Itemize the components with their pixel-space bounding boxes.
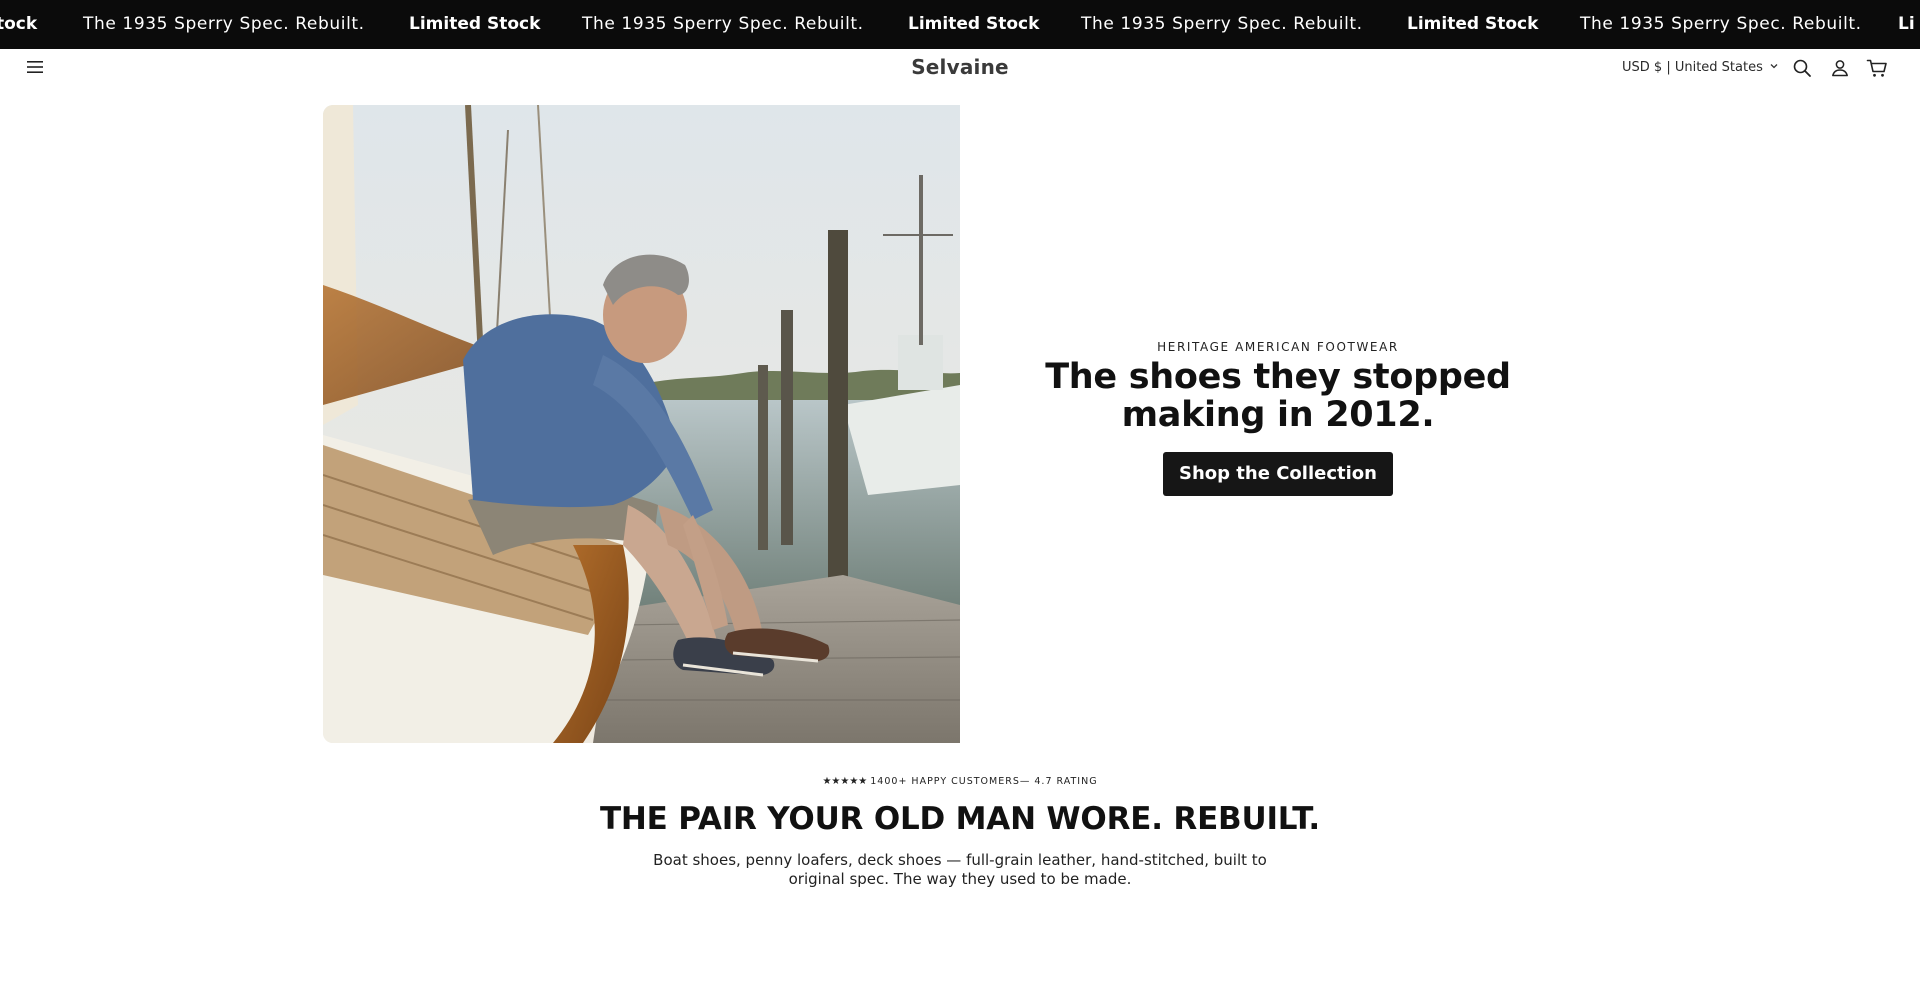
announcement-item: Li [1898, 14, 1915, 34]
site-header: Selvaine USD $ | United States [0, 49, 1920, 86]
hero-headline: The shoes they stopped making in 2012. [1040, 358, 1516, 434]
announcement-item: The 1935 Sperry Spec. Rebuilt. [1081, 14, 1363, 34]
announcement-item: The 1935 Sperry Spec. Rebuilt. [582, 14, 864, 34]
section-title: THE PAIR YOUR OLD MAN WORE. REBUILT. [599, 801, 1321, 837]
hero-headline-line: making in 2012. [1121, 395, 1435, 435]
shop-collection-button[interactable]: Shop the Collection [1163, 452, 1393, 496]
announcement-bar: tock The 1935 Sperry Spec. Rebuilt. Limi… [0, 0, 1920, 49]
announcement-item: Limited Stock [1407, 14, 1539, 34]
rating-text: 1400+ HAPPY CUSTOMERS— 4.7 RATING [870, 776, 1098, 787]
hero-eyebrow: HERITAGE AMERICAN FOOTWEAR [1157, 340, 1399, 354]
section-description: Boat shoes, penny loafers, deck shoes — … [653, 851, 1267, 888]
rating-stars-icon: ★★★★★ [822, 776, 868, 787]
search-icon[interactable] [1790, 56, 1814, 80]
hero-copy: HERITAGE AMERICAN FOOTWEAR The shoes the… [1040, 340, 1516, 496]
hero-headline-line: The shoes they stopped [1045, 357, 1511, 397]
announcement-item: Limited Stock [908, 14, 1040, 34]
cart-icon[interactable] [1865, 56, 1889, 80]
hero-image [323, 105, 960, 743]
intro-section: ★★★★★ 1400+ HAPPY CUSTOMERS— 4.7 RATING T… [0, 776, 1920, 889]
account-icon[interactable] [1828, 56, 1852, 80]
announcement-item: Limited Stock [409, 14, 541, 34]
currency-country-selector[interactable]: USD $ | United States [1622, 49, 1779, 86]
brand-logo[interactable]: Selvaine [860, 49, 1060, 86]
hamburger-menu-icon[interactable] [24, 56, 46, 78]
announcement-item: The 1935 Sperry Spec. Rebuilt. [83, 14, 365, 34]
announcement-item: The 1935 Sperry Spec. Rebuilt. [1580, 14, 1862, 34]
rating-line: ★★★★★ 1400+ HAPPY CUSTOMERS— 4.7 RATING [0, 776, 1920, 787]
locale-label: USD $ | United States [1622, 60, 1763, 75]
announcement-item: tock [0, 14, 38, 34]
chevron-down-icon [1769, 49, 1779, 86]
